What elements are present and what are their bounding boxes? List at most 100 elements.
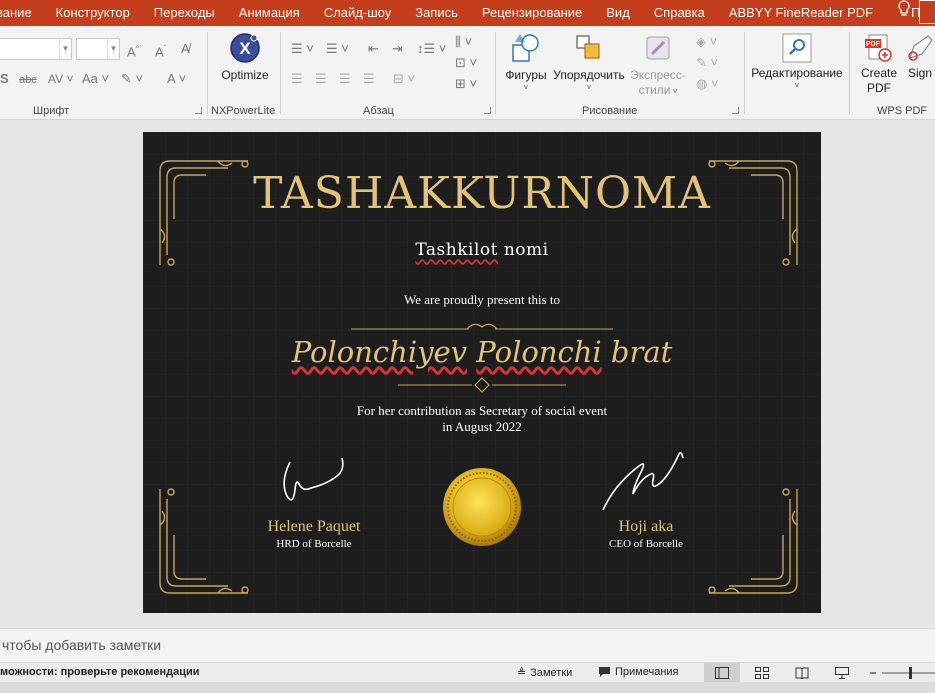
certificate-slide[interactable]: TASHAKKURNOMA Tashkilot nomi We are prou… [143, 132, 821, 613]
certificate-title[interactable]: TASHAKKURNOMA [143, 168, 821, 219]
signer-left-role[interactable]: HRD of Borcelle [234, 538, 394, 550]
menu-tab-help[interactable]: Справка [642, 0, 717, 26]
sign-button[interactable]: Sign [904, 32, 935, 81]
slide-sorter-button[interactable] [744, 663, 780, 682]
comments-toggle-button[interactable]: Примечания [598, 666, 679, 678]
signature-left [280, 454, 350, 506]
shapes-button[interactable]: Фигуры ˅ [502, 32, 550, 93]
increase-indent-icon[interactable]: ⇥ [392, 41, 403, 57]
normal-view-button[interactable] [704, 663, 740, 682]
quick-styles-icon [646, 36, 670, 60]
font-size-box[interactable]: ▼ [76, 38, 120, 60]
clear-format-icon[interactable]: A̸ [181, 41, 190, 57]
notes-icon: ≜ [517, 667, 527, 679]
book-icon [795, 667, 809, 679]
wps-pdf-group: PDF Create PDF Sign WPS PDF [850, 26, 935, 120]
paragraph-dialog-launcher-icon[interactable] [484, 107, 491, 114]
signer-right-name[interactable]: Hoji aka [566, 518, 726, 536]
quick-styles-button[interactable]: Экспресс- стили ˅ [628, 32, 688, 98]
numbering-icon[interactable]: ☰ ˅ [326, 41, 349, 57]
optimize-button[interactable]: X Optimize [214, 32, 276, 83]
menu-tab-transitions[interactable]: Переходы [142, 0, 227, 26]
taskbar-strip [0, 682, 935, 693]
slideshow-button[interactable] [824, 663, 860, 682]
comment-icon [599, 667, 610, 677]
search-icon [782, 33, 812, 63]
menu-tab-design[interactable]: вание [0, 0, 44, 26]
shape-effects-icon[interactable]: ◍ ˅ [696, 76, 719, 92]
decrease-font-icon[interactable]: Aˇ [155, 41, 166, 60]
bullets-icon[interactable]: ☰ ˅ [291, 41, 314, 57]
text-direction-icon[interactable]: ⫼ ˅ [455, 34, 472, 50]
status-bar: можности: проверьте рекомендации ≜ Замет… [0, 662, 935, 682]
nxpowerlite-group-label: NXPowerLite [211, 105, 276, 117]
nxpowerlite-group: X Optimize NXPowerLite [208, 26, 278, 120]
increase-font-icon[interactable]: A^ [127, 41, 139, 60]
signer-right-role[interactable]: CEO of Borcelle [566, 538, 726, 550]
line-spacing-icon[interactable]: ↕☰ ˅ [417, 41, 446, 57]
drawing-dialog-launcher-icon[interactable] [732, 107, 739, 114]
wps-pdf-group-label: WPS PDF [877, 105, 928, 117]
svg-text:X: X [239, 39, 251, 58]
notes-toggle-button[interactable]: ≜ Заметки [517, 666, 572, 680]
menu-tab-view[interactable]: Вид [594, 0, 642, 26]
share-button[interactable] [919, 0, 935, 24]
create-pdf-button[interactable]: PDF Create PDF [858, 32, 900, 96]
smartart-icon[interactable]: ⊞ ˅ [455, 76, 477, 92]
chevron-down-icon[interactable]: ▼ [107, 39, 119, 59]
align-right-icon[interactable]: ☰ [339, 71, 351, 87]
paragraph-group: ☰ ˅ ☰ ˅ ⇤ ⇥ ↕☰ ˅ ⫼ ˅ ⊡ ˅ ☰ ☰ ☰ ☰ ⊟ ˅ ⊞ ˅… [281, 26, 493, 120]
editing-button[interactable]: Редактирование ˅ [749, 32, 845, 91]
menu-tab-review[interactable]: Рецензирование [470, 0, 594, 26]
arrange-button[interactable]: Упорядочить ˅ [552, 32, 626, 93]
grid-view-icon [755, 666, 769, 679]
columns-icon[interactable]: ⊟ ˅ [393, 71, 415, 87]
font-name-box[interactable]: ▼ [0, 38, 72, 60]
slide-editing-area[interactable]: TASHAKKURNOMA Tashkilot nomi We are prou… [0, 120, 935, 628]
shapes-icon [512, 34, 539, 62]
align-center-icon[interactable]: ☰ [315, 71, 327, 87]
align-left-icon[interactable]: ☰ [291, 71, 303, 87]
nxpowerlite-icon: X [230, 33, 260, 63]
ribbon: ▼ ▼ A^ Aˇ A̸ S abc AV ˅ Aa ˅ ✎ ˅ A ˅ Шри… [0, 26, 935, 120]
menu-bar: вание Конструктор Переходы Анимация Слай… [0, 0, 935, 26]
shape-fill-icon[interactable]: ◈ ˅ [696, 34, 717, 50]
align-text-icon[interactable]: ⊡ ˅ [455, 55, 477, 71]
justify-icon[interactable]: ☰ [363, 71, 375, 87]
accessibility-status[interactable]: можности: проверьте рекомендации [0, 666, 200, 678]
shadow-icon[interactable]: S [0, 71, 9, 87]
font-color-icon[interactable]: A ˅ [167, 71, 186, 87]
font-group: ▼ ▼ A^ Aˇ A̸ S abc AV ˅ Aa ˅ ✎ ˅ A ˅ Шри… [0, 26, 205, 120]
menu-tab-animation[interactable]: Анимация [227, 0, 312, 26]
chevron-down-icon: ˅ [794, 81, 800, 90]
decrease-indent-icon[interactable]: ⇤ [368, 41, 379, 57]
change-case-icon[interactable]: Aa ˅ [82, 71, 109, 87]
paragraph-group-label: Абзац [363, 105, 394, 117]
svg-text:PDF: PDF [866, 41, 881, 48]
editing-group: Редактирование ˅ [745, 26, 848, 120]
lightbulb-icon[interactable] [885, 0, 911, 27]
highlight-icon[interactable]: ✎ ˅ [121, 71, 143, 87]
shape-outline-icon[interactable]: ✎ ˅ [696, 55, 718, 71]
drawing-group: Фигуры ˅ Упорядочить ˅ Экспресс- стили ˅… [496, 26, 744, 120]
chevron-down-icon: ˅ [670, 87, 678, 96]
menu-tab-abbyy[interactable]: ABBYY FineReader PDF [717, 0, 885, 26]
menu-tab-slideshow[interactable]: Слайд-шоу [312, 0, 403, 26]
menu-tab-constructor[interactable]: Конструктор [44, 0, 142, 26]
signer-left-name[interactable]: Helene Paquet [234, 518, 394, 536]
font-dialog-launcher-icon[interactable] [195, 107, 202, 114]
recipient-name[interactable]: Polonchiyev Polonchi brat [143, 335, 821, 369]
notes-pane[interactable]: чтобы добавить заметки [0, 628, 935, 662]
organization-name[interactable]: Tashkilot nomi [143, 240, 821, 260]
reading-view-button[interactable] [784, 663, 820, 682]
presentation-text[interactable]: We are proudly present this to [143, 292, 821, 308]
contribution-text[interactable]: For her contribution as Secretary of soc… [143, 403, 821, 435]
menu-tab-record[interactable]: Запись [403, 0, 470, 26]
divider-ornament [351, 323, 613, 330]
chevron-down-icon[interactable]: ▼ [59, 39, 71, 59]
char-spacing-icon[interactable]: AV ˅ [48, 71, 73, 87]
zoom-slider[interactable] [868, 666, 935, 680]
divider-ornament [398, 377, 566, 393]
strikethrough-icon[interactable]: abc [19, 72, 37, 88]
gold-seal-icon [443, 468, 521, 546]
